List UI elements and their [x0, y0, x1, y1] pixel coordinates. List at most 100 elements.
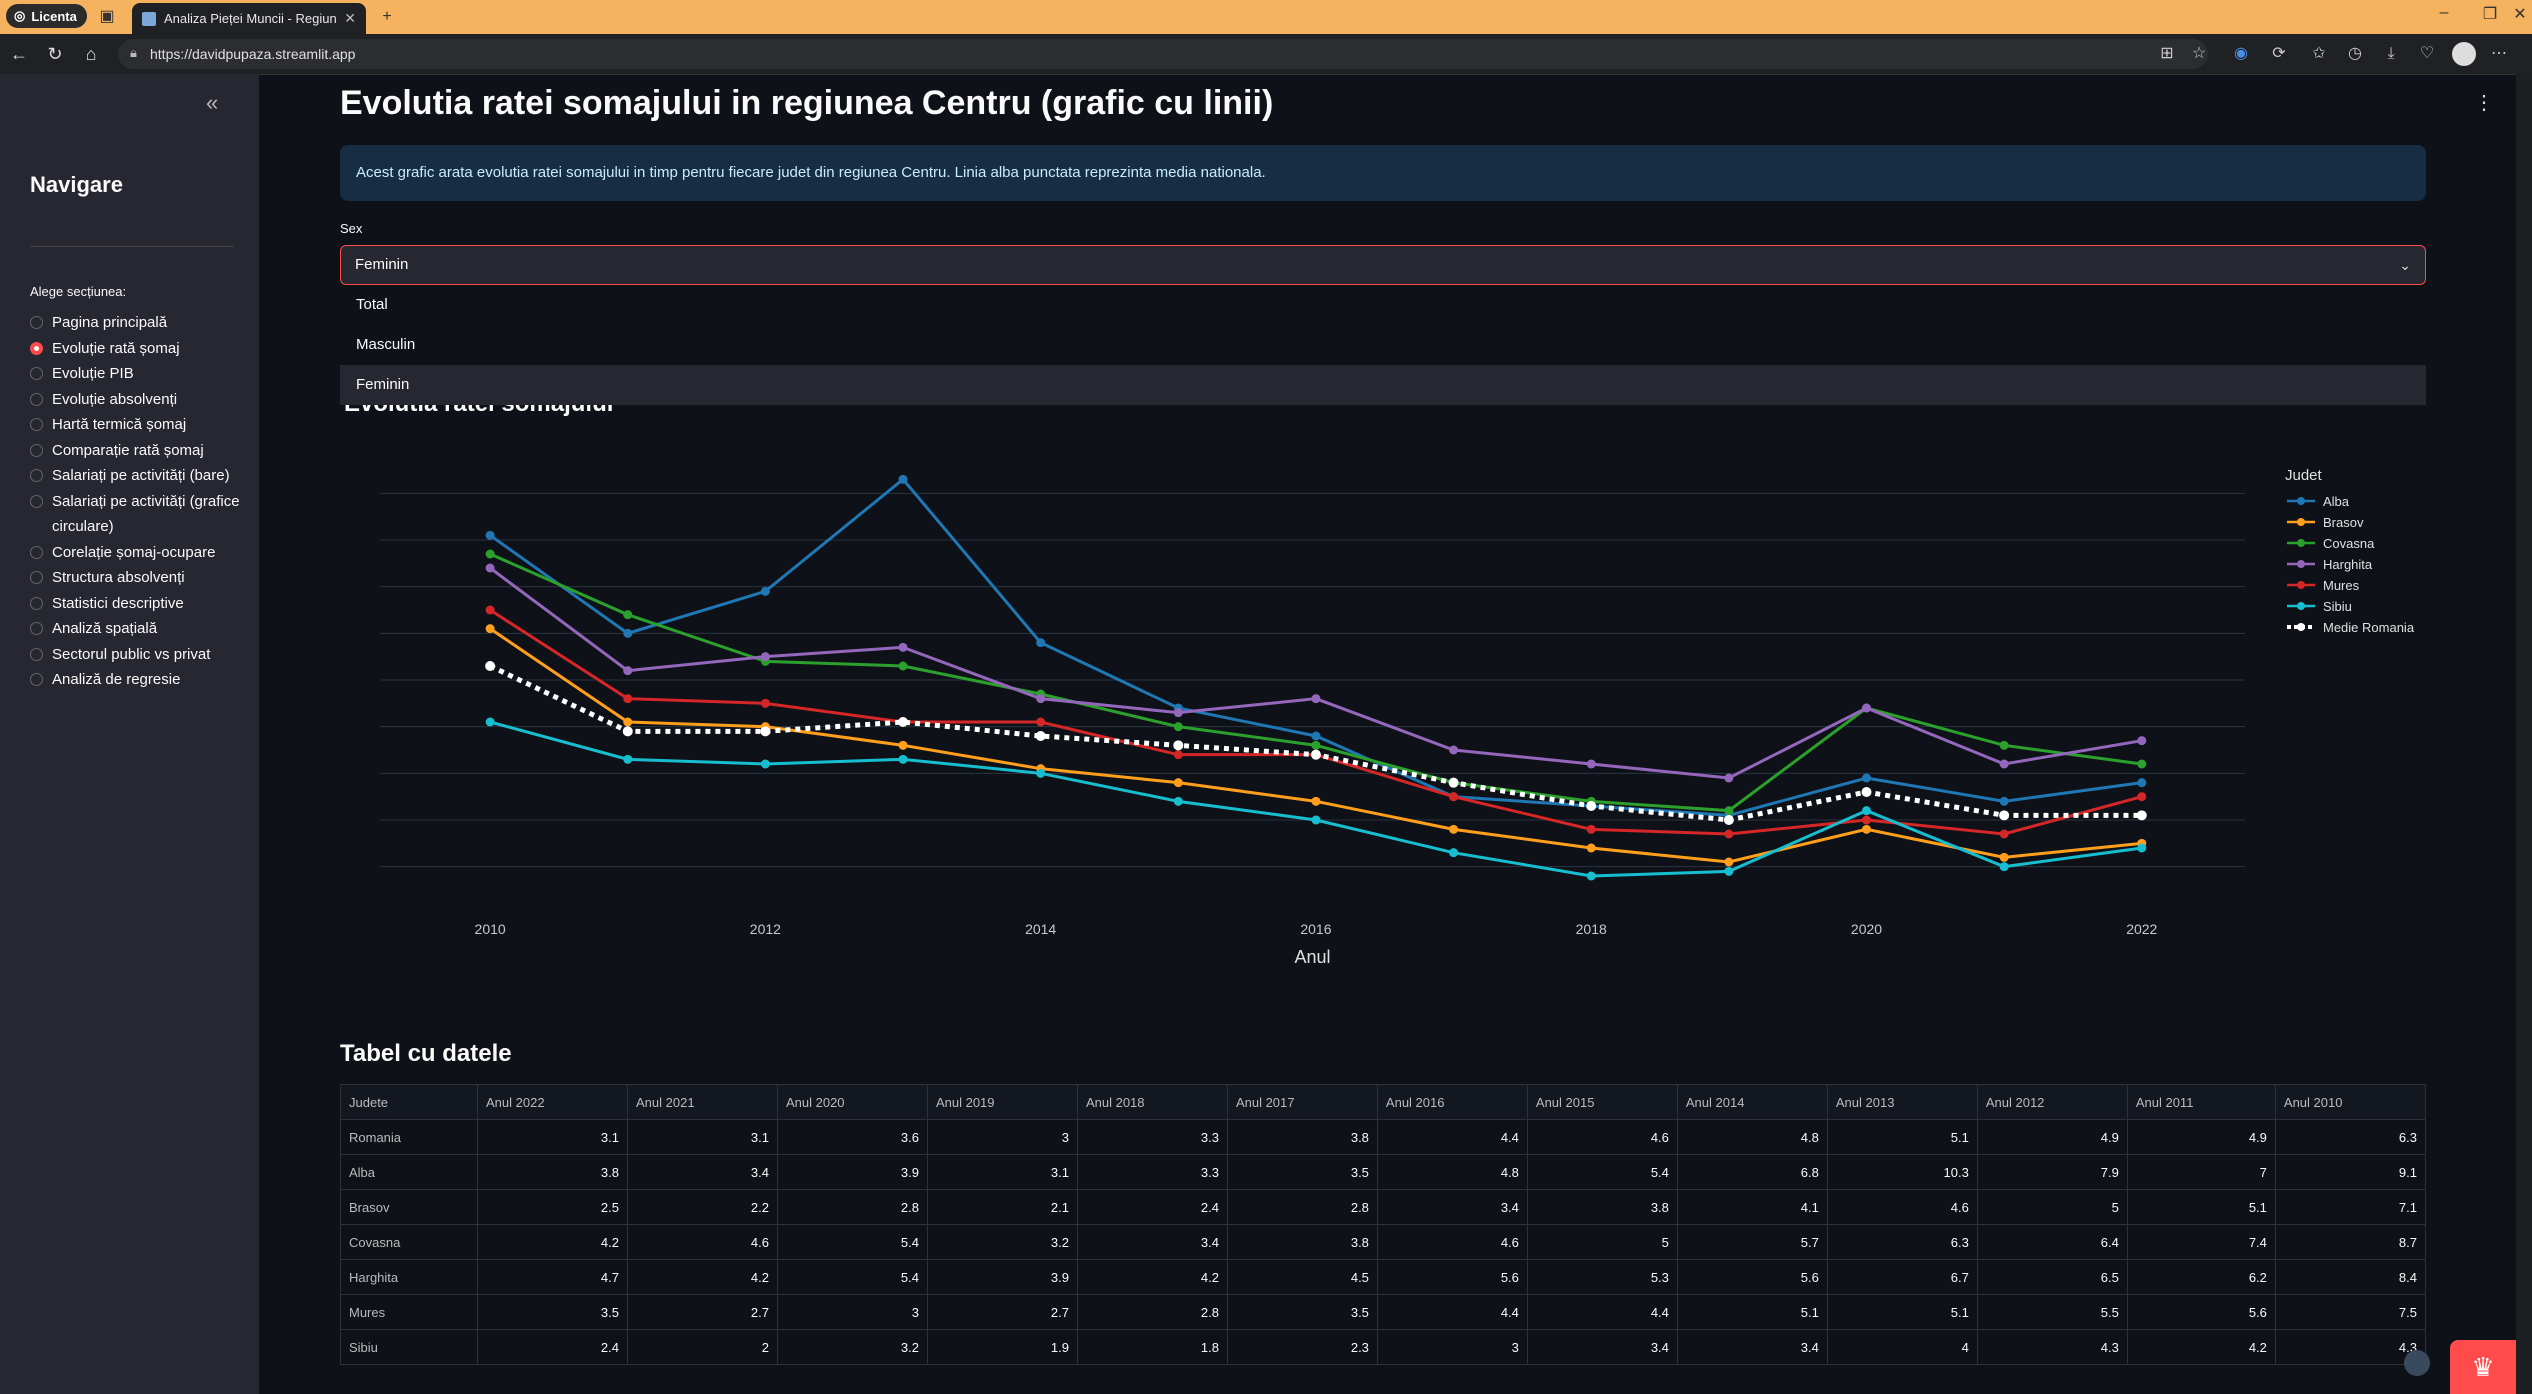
table-header-cell[interactable]: Anul 2016 [1376, 1084, 1528, 1120]
radio-button-icon[interactable] [30, 418, 43, 431]
sidebar-radio-item[interactable]: Salariați pe activități (grafice circula… [30, 489, 240, 540]
x-tick-label: 2020 [1851, 921, 1882, 937]
table-header-cell[interactable]: Anul 2020 [776, 1084, 928, 1120]
sidebar-radio-item[interactable]: Corelație șomaj-ocupare [30, 540, 240, 566]
radio-button-icon[interactable] [30, 392, 43, 406]
table-header-cell[interactable]: Anul 2010 [2274, 1084, 2427, 1120]
collapse-sidebar-icon[interactable]: « [206, 90, 218, 116]
sidebar-radio-item[interactable]: Analiză spațială [30, 616, 240, 642]
favorites-icon[interactable]: ✩ [2308, 43, 2330, 65]
data-point [485, 605, 495, 615]
table-cell: 3.2 [926, 1224, 1078, 1260]
radio-button-icon[interactable] [30, 673, 43, 686]
favorite-star-icon[interactable]: ☆ [2188, 43, 2210, 65]
url-input[interactable]: 🔒︎ https://davidpupaza.streamlit.app [118, 39, 2208, 69]
radio-button-icon[interactable] [30, 596, 43, 610]
table-cell: 4.9 [2126, 1119, 2276, 1155]
sidebar-radio-item[interactable]: Evoluție PIB [30, 361, 240, 387]
data-point [1036, 717, 1046, 727]
data-point [2137, 736, 2147, 746]
favicon-icon [142, 11, 156, 26]
sidebar-radio-item[interactable]: Evoluție rată șomaj [30, 336, 240, 362]
radio-button-icon[interactable] [30, 622, 43, 635]
data-point [1036, 768, 1046, 778]
radio-button-icon[interactable] [30, 443, 43, 457]
sidebar-divider [30, 246, 234, 247]
profile-button[interactable]: ◎ Licenta [6, 4, 87, 28]
history-icon[interactable]: ◷ [2344, 43, 2366, 65]
table-cell: 3 [776, 1294, 928, 1330]
data-point [623, 754, 633, 764]
profile-label: Licenta [31, 8, 77, 24]
dropdown-option-feminin[interactable]: Feminin [340, 365, 2426, 405]
minimize-icon[interactable]: – [2424, 4, 2464, 22]
sidebar-radio-item[interactable]: Structura absolvenți [30, 565, 240, 591]
refresh-ext-icon[interactable]: ⟳ [2268, 43, 2290, 65]
sidebar-radio-item[interactable]: Pagina principală [30, 310, 240, 336]
sidebar-radio-item[interactable]: Salariați pe activități (bare) [30, 463, 240, 489]
heart-icon[interactable]: ♡ [2416, 43, 2438, 65]
table-header-cell[interactable]: Judete [339, 1084, 479, 1120]
radio-button-icon[interactable] [30, 545, 43, 559]
browser-tab-active[interactable]: Analiza Pieței Muncii - Regiunea C ✕ [132, 3, 366, 34]
radio-button-icon[interactable] [30, 571, 43, 584]
table-cell: 5.1 [1676, 1294, 1828, 1330]
data-point [1724, 857, 1734, 867]
refresh-icon[interactable]: ↻ [44, 43, 66, 65]
data-point [623, 628, 633, 638]
home-icon[interactable]: ⌂ [80, 43, 102, 65]
unemployment-line-chart[interactable]: 23456789102010201220142016201820202022An… [340, 460, 2426, 1000]
radio-button-icon[interactable] [30, 367, 43, 380]
table-row: Sibiu 2.4 2 3.2 1.9 1.8 2.3 3 3.4 3.4 4 4.3 4.2 4.3 [339, 1329, 2427, 1365]
sidebar-radio-item[interactable]: Statistici descriptive [30, 591, 240, 617]
table-cell: 4 [1826, 1329, 1978, 1365]
table-row: Romania 3.1 3.1 3.6 3 3.3 3.8 4.4 4.6 4.8 5.1 4.9 4.… [339, 1119, 2427, 1155]
radio-button-icon[interactable] [30, 341, 43, 355]
app-icon[interactable]: ⊞ [2156, 43, 2178, 65]
table-cell: 6.3 [1826, 1224, 1978, 1260]
sex-select[interactable]: Feminin ⌄ [340, 245, 2426, 285]
table-header-cell[interactable]: Anul 2014 [1676, 1084, 1828, 1120]
table-header-cell[interactable]: Anul 2011 [2126, 1084, 2276, 1120]
table-header-cell[interactable]: Anul 2013 [1826, 1084, 1978, 1120]
sidebar-radio-item[interactable]: Evoluție absolvenți [30, 387, 240, 413]
table-cell: 9.1 [2274, 1154, 2427, 1190]
data-point [1036, 694, 1046, 704]
more-menu-icon[interactable]: ⋯ [2488, 43, 2510, 65]
table-header-cell[interactable]: Anul 2018 [1076, 1084, 1228, 1120]
table-header-cell[interactable]: Anul 2019 [926, 1084, 1078, 1120]
sidebar-radio-item[interactable]: Comparație rată șomaj [30, 438, 240, 464]
back-icon[interactable]: ← [8, 43, 30, 65]
table-header-cell[interactable]: Anul 2022 [477, 1084, 628, 1120]
extension-icon[interactable]: ◉ [2230, 43, 2252, 65]
close-window-icon[interactable]: ✕ [2500, 4, 2532, 24]
radio-button-icon[interactable] [30, 494, 43, 508]
dropdown-option-masculin[interactable]: Masculin [340, 325, 2426, 365]
table-header-cell[interactable]: Anul 2015 [1526, 1084, 1678, 1120]
table-cell: 5.6 [1376, 1259, 1528, 1295]
sidebar-radio-item[interactable]: Hartă termică șomaj [30, 412, 240, 438]
table-cell: 2.3 [1226, 1329, 1378, 1365]
table-header-cell[interactable]: Anul 2021 [627, 1084, 778, 1120]
radio-button-icon[interactable] [30, 469, 43, 482]
table-cell: 7 [2126, 1154, 2276, 1190]
url-text: https://davidpupaza.streamlit.app [150, 46, 356, 62]
table-header-cell[interactable]: Anul 2012 [1976, 1084, 2128, 1120]
sidebar-radio-item[interactable]: Sectorul public vs privat [30, 642, 240, 668]
tab-actions-icon[interactable]: ▣ [96, 6, 118, 28]
app-status-icon[interactable] [2404, 1350, 2430, 1376]
new-tab-icon[interactable]: + [376, 6, 398, 28]
avatar[interactable] [2452, 42, 2476, 66]
radio-button-icon[interactable] [30, 316, 43, 329]
close-tab-icon[interactable]: ✕ [344, 10, 356, 27]
sidebar-radio-item[interactable]: Analiză de regresie [30, 667, 240, 693]
streamlit-crown-icon[interactable]: ♛ [2450, 1340, 2516, 1394]
table-header-cell[interactable]: Anul 2017 [1226, 1084, 1378, 1120]
dropdown-option-total[interactable]: Total [340, 285, 2426, 325]
data-point [760, 652, 770, 662]
radio-button-icon[interactable] [30, 647, 43, 661]
main-menu-icon[interactable]: ⋮ [2474, 90, 2494, 115]
data-point [1723, 815, 1734, 825]
download-icon[interactable]: ⤓ [2380, 43, 2402, 65]
table-cell: 5.4 [776, 1224, 928, 1260]
